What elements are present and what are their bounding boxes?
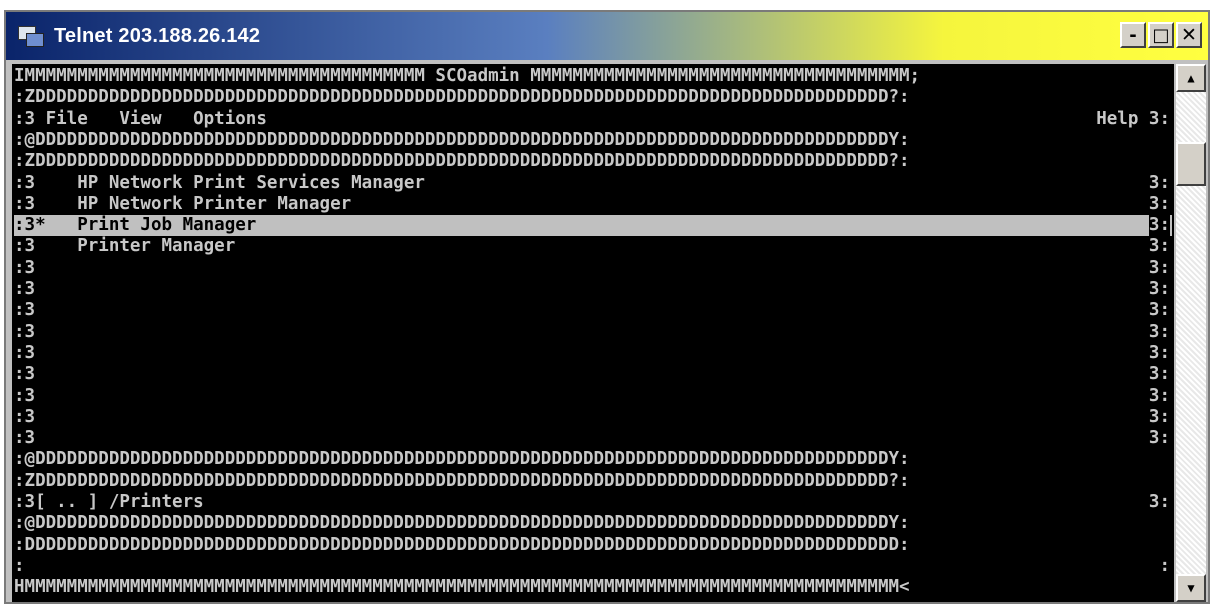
terminal-line: :3 3: [14,343,1172,364]
terminal-line-text: :3 [14,321,36,342]
terminal-line: :3 3: [14,279,1172,300]
terminal-line-text: :3 [14,428,36,449]
terminal-line: :3 3: [14,364,1172,385]
telnet-window: Telnet 203.188.26.142 - □ ✕ IMMMMMMMMMMM… [4,10,1210,604]
window-title: Telnet 203.188.26.142 [54,24,261,47]
terminal-line: IMMMMMMMMMMMMMMMMMMMMMMMMMMMMMMMMMMMMMM … [14,66,1172,87]
terminal-line-text: : [14,555,25,576]
terminal-border-right: 3: [1148,428,1170,449]
terminal-line: :@DDDDDDDDDDDDDDDDDDDDDDDDDDDDDDDDDDDDDD… [14,513,1172,534]
terminal-line: :DDDDDDDDDDDDDDDDDDDDDDDDDDDDDDDDDDDDDDD… [14,535,1172,556]
menu-help[interactable]: Help 3: [1096,109,1170,130]
terminal-border-right: 3: [1148,279,1170,299]
terminal-line[interactable]: :3 HP Network Printer Manager 3: [14,194,1172,215]
scroll-up-arrow-icon: ▲ [1187,71,1195,85]
terminal-line-text: :3 [14,300,36,321]
terminal-line: :3 3: [14,258,1172,279]
terminal-border-right: 3: [1148,172,1170,193]
terminal-line: :3 3: [14,386,1172,407]
scroll-thumb[interactable] [1176,142,1206,186]
title-bar[interactable]: Telnet 203.188.26.142 - □ ✕ [6,12,1208,60]
terminal-line-text: :3 [14,342,36,363]
terminal-line[interactable]: :3 HP Network Print Services Manager 3: [14,173,1172,194]
terminal-line-text: :3 [14,385,36,406]
terminal-screen[interactable]: IMMMMMMMMMMMMMMMMMMMMMMMMMMMMMMMMMMMMMM … [12,64,1174,602]
terminal-line-text: :3 File View Options [14,108,267,129]
scroll-down-button[interactable]: ▼ [1176,574,1206,602]
terminal-line-text: :3 [14,279,36,299]
terminal-line: :3 3: [14,322,1172,343]
terminal-line: HMMMMMMMMMMMMMMMMMMMMMMMMMMMMMMMMMMMMMMM… [14,577,1172,598]
terminal-line-text: :3 [14,364,36,385]
terminal-line: :3 3: [14,407,1172,428]
terminal-border-right: 3: [1148,257,1170,278]
telnet-app-icon [18,24,44,48]
terminal-border-right: 3: [1148,321,1170,342]
scroll-up-button[interactable]: ▲ [1176,64,1206,92]
terminal-line[interactable]: :3 Printer Manager 3: [14,236,1172,257]
terminal-line: :3 3: [14,300,1172,321]
close-button[interactable]: ✕ [1176,22,1202,48]
terminal-line: :3 File View Options Help 3: [14,109,1172,130]
terminal-border-right: 3: [1148,406,1170,427]
terminal-border-right: 3: [1148,193,1170,214]
terminal-border-right: 3: [1148,492,1170,512]
terminal-border-right: 3: [1148,364,1170,385]
minimize-button[interactable]: - [1120,22,1146,48]
terminal-line-text: :3[ .. ] /Printers [14,492,204,512]
terminal-line-text: :ZDDDDDDDDDDDDDDDDDDDDDDDDDDDDDDDDDDDDDD… [14,151,910,172]
window-controls: - □ ✕ [1120,22,1202,48]
terminal-border-right: 3: [1148,300,1170,321]
terminal-line-text: :3 HP Network Print Services Manager [14,172,425,193]
vertical-scrollbar[interactable]: ▲ ▼ [1176,64,1206,602]
terminal-line-text: HMMMMMMMMMMMMMMMMMMMMMMMMMMMMMMMMMMMMMMM… [14,577,910,598]
terminal-border-right: : [1159,555,1170,576]
terminal-line-text: :3 [14,257,36,278]
terminal-line-text: :ZDDDDDDDDDDDDDDDDDDDDDDDDDDDDDDDDDDDDDD… [14,87,910,108]
terminal-line-text: :3* Print Job Manager [14,215,257,236]
terminal-line: :ZDDDDDDDDDDDDDDDDDDDDDDDDDDDDDDDDDDDDDD… [14,471,1172,492]
terminal-line: :ZDDDDDDDDDDDDDDDDDDDDDDDDDDDDDDDDDDDDDD… [14,151,1172,172]
terminal-line: :: [14,556,1172,577]
selected-menu-row[interactable]: :3* Print Job Manager 3: [14,215,1172,237]
scroll-down-arrow-icon: ▼ [1187,581,1195,595]
terminal-border-right: 3: [1148,236,1170,257]
terminal-line: :@DDDDDDDDDDDDDDDDDDDDDDDDDDDDDDDDDDDDDD… [14,449,1172,470]
terminal-line-text: :@DDDDDDDDDDDDDDDDDDDDDDDDDDDDDDDDDDDDDD… [14,449,910,470]
terminal-line-text: :3 [14,406,36,427]
terminal-line-text: :3 Printer Manager [14,236,236,257]
terminal-line-text: :@DDDDDDDDDDDDDDDDDDDDDDDDDDDDDDDDDDDDDD… [14,129,910,150]
terminal-line: :ZDDDDDDDDDDDDDDDDDDDDDDDDDDDDDDDDDDDDDD… [14,87,1172,108]
maximize-button[interactable]: □ [1148,22,1174,48]
terminal-line: :@DDDDDDDDDDDDDDDDDDDDDDDDDDDDDDDDDDDDDD… [14,130,1172,151]
terminal-line-text: :ZDDDDDDDDDDDDDDDDDDDDDDDDDDDDDDDDDDDDDD… [14,470,910,491]
terminal-border-right: 3: [1148,342,1170,363]
terminal-border-right: 3: [1148,385,1170,406]
terminal-line-text: :DDDDDDDDDDDDDDDDDDDDDDDDDDDDDDDDDDDDDDD… [14,534,910,555]
terminal-line-text: :@DDDDDDDDDDDDDDDDDDDDDDDDDDDDDDDDDDDDDD… [14,513,910,534]
terminal-line-text: IMMMMMMMMMMMMMMMMMMMMMMMMMMMMMMMMMMMMMM … [14,66,921,86]
terminal-line: :3[ .. ] /Printers 3: [14,492,1172,513]
terminal-line-text: :3 HP Network Printer Manager [14,193,352,214]
terminal-line: :3 3: [14,428,1172,449]
terminal-border-right: 3: [1148,215,1170,237]
